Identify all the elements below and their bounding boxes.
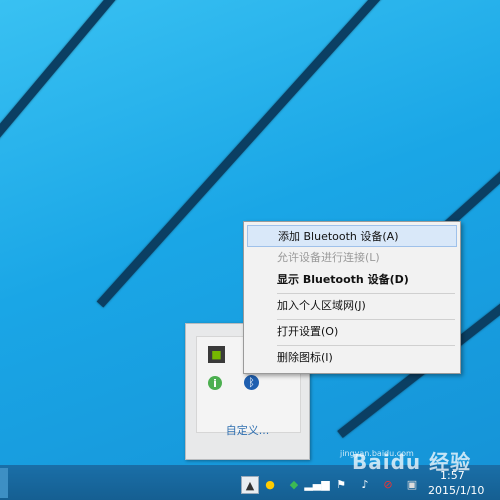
menu-separator [277,319,455,320]
menu-item-open-settings[interactable]: 打开设置(O) [247,321,457,343]
menu-item-remove-icon[interactable]: 删除图标(I) [247,347,457,369]
menu-item-allow-connection: 允许设备进行连接(L) [277,251,380,264]
network-signal-icon[interactable]: ▂▄▆ [304,476,329,492]
show-hidden-icons-chevron-icon[interactable]: ▲ [241,476,259,494]
taskbar-left-edge [0,468,8,498]
menu-item-join-pan[interactable]: 加入个人区域网(J) [247,295,457,317]
qq-icon[interactable]: ● [262,476,278,492]
volume-icon[interactable]: ♪ [357,476,373,492]
info-icon[interactable]: i [208,376,222,390]
menu-item-add-bluetooth-device[interactable]: 添加 Bluetooth 设备(A) [247,225,457,247]
menu-item-show-bluetooth-devices[interactable]: 显示 Bluetooth 设备(D) [247,269,457,291]
bluetooth-context-menu: 添加 Bluetooth 设备(A) 允许设备进行连接(L) 显示 Blueto… [243,221,461,374]
baidu-watermark-url: jingyan.baidu.com [340,449,414,458]
menu-separator [277,293,455,294]
customize-link[interactable]: 自定义... [186,422,309,438]
antivirus-icon[interactable]: ⊘ [380,476,396,492]
menu-separator [277,345,455,346]
security-icon[interactable]: ◆ [286,476,302,492]
clock-date[interactable]: 2015/1/10 [428,484,484,497]
app-icon[interactable]: ▣ [404,476,420,492]
action-center-flag-icon[interactable]: ⚑ [333,476,349,492]
bluetooth-icon[interactable]: ᛒ [244,375,259,390]
wallpaper-stripe [0,0,151,158]
nvidia-icon[interactable]: ■ [208,346,225,363]
